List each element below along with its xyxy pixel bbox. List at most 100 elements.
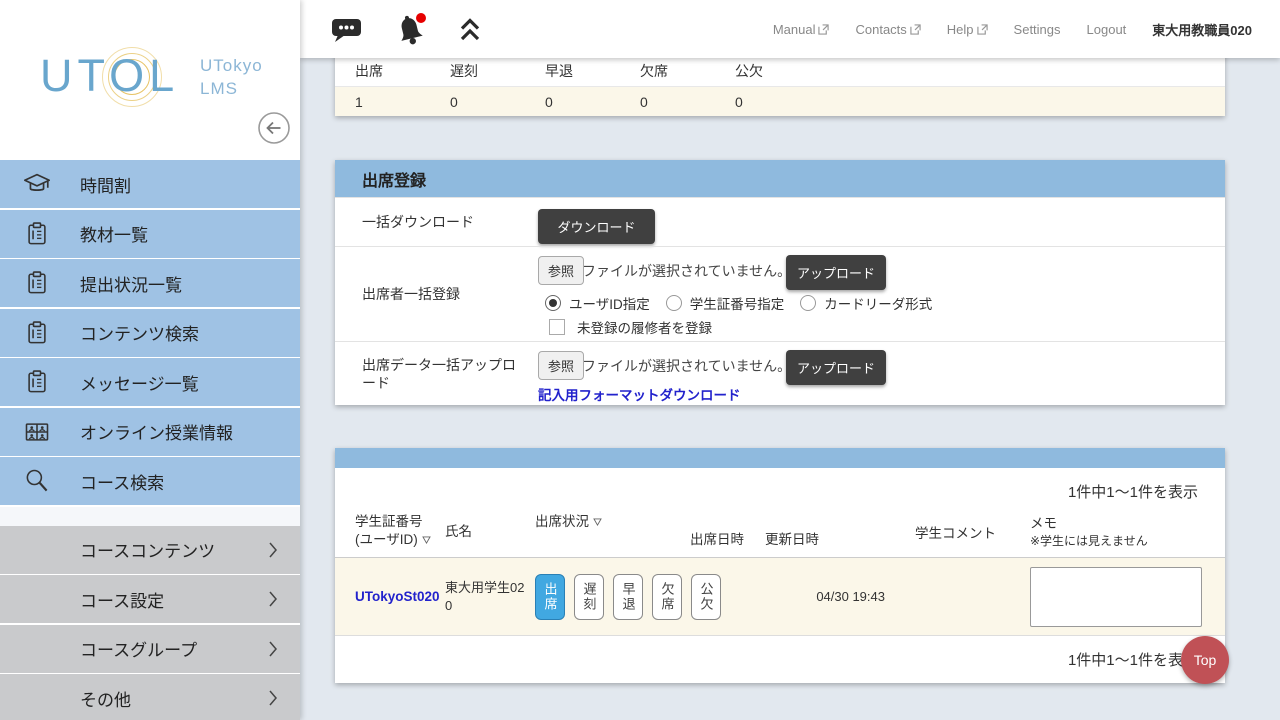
chevron-right-icon <box>268 541 278 559</box>
radio-card-reader[interactable] <box>800 295 816 311</box>
contacts-link-label: Contacts <box>855 22 906 37</box>
sidebar-collapse-button[interactable] <box>257 111 291 145</box>
status-button-present[interactable]: 出席 <box>535 574 565 620</box>
radio-user-id[interactable] <box>545 295 561 311</box>
sidebar-item-materials[interactable]: 教材一覧 <box>0 210 300 258</box>
col-header-late: 遅刻 <box>450 61 545 81</box>
status-button-early-leave[interactable]: 早退 <box>613 574 643 620</box>
sidebar: UTOL UTokyo LMS 時間割 教材一覧 <box>0 0 300 720</box>
clipboard-icon <box>18 269 56 297</box>
double-chevron-up-icon[interactable] <box>458 16 482 43</box>
result-count-text: 1件中1〜1件を表示 <box>335 468 1225 505</box>
sidebar-item-content-search[interactable]: コンテンツ検索 <box>0 309 300 357</box>
chat-icon[interactable] <box>330 14 364 44</box>
sidebar-item-course-contents[interactable]: コースコンテンツ <box>0 526 300 574</box>
sidebar-item-online-class-info[interactable]: オンライン授業情報 <box>0 408 300 456</box>
no-file-text: ファイルが選択されていません。 <box>582 261 791 281</box>
download-button[interactable]: ダウンロード <box>538 209 655 244</box>
help-link-label: Help <box>947 22 974 37</box>
browse-button[interactable]: 参照 <box>538 351 584 380</box>
status-button-late[interactable]: 遅刻 <box>574 574 604 620</box>
register-unenrolled-label[interactable]: 未登録の履修者を登録 <box>577 317 712 337</box>
sidebar-item-label: 時間割 <box>80 172 131 197</box>
radio-user-id-label[interactable]: ユーザID指定 <box>569 293 650 313</box>
sidebar-item-label: メッセージ一覧 <box>80 370 199 395</box>
bulk-register-row: 出席者一括登録 参照 ファイルが選択されていません。 アップロード ユーザID指… <box>335 246 1225 341</box>
sidebar-item-course-settings[interactable]: コース設定 <box>0 575 300 623</box>
sort-icon[interactable] <box>593 518 602 526</box>
late-count: 0 <box>450 94 545 110</box>
excused-count: 0 <box>735 94 830 110</box>
upload-button[interactable]: アップロード <box>786 255 886 290</box>
table-header-row: 学生証番号 (ユーザID) 氏名 出席状況 出席日時 更新日時 学生コメント メ… <box>335 505 1225 558</box>
sidebar-item-timetable[interactable]: 時間割 <box>0 160 300 208</box>
col-header-present: 出席 <box>355 61 450 81</box>
settings-link[interactable]: Settings <box>1014 22 1061 37</box>
contacts-link[interactable]: Contacts <box>855 22 920 37</box>
browse-button[interactable]: 参照 <box>538 256 584 285</box>
scroll-to-top-button[interactable]: Top <box>1181 636 1229 684</box>
col-header-name: 氏名 <box>445 523 535 557</box>
summary-header-row: 出席 遅刻 早退 欠席 公欠 <box>335 56 1225 86</box>
manual-link[interactable]: Manual <box>773 22 830 37</box>
sidebar-item-course-group[interactable]: コースグループ <box>0 625 300 673</box>
clipboard-icon <box>18 319 56 347</box>
sidebar-item-label: コースグループ <box>80 636 197 661</box>
memo-input[interactable] <box>1030 567 1202 627</box>
notification-bell-icon[interactable] <box>392 12 430 46</box>
external-link-icon <box>818 24 829 35</box>
summary-values-row: 1 0 0 0 0 <box>335 86 1225 116</box>
col-header-absent: 欠席 <box>640 61 735 81</box>
updated-at-value: 04/30 19:43 <box>765 558 885 635</box>
early-leave-count: 0 <box>545 94 640 110</box>
clipboard-icon <box>18 220 56 248</box>
sidebar-item-label: 教材一覧 <box>80 221 148 246</box>
radio-card-reader-label[interactable]: カードリーダ形式 <box>824 293 932 313</box>
section-title: 出席登録 <box>335 160 1225 197</box>
no-file-text: ファイルが選択されていません。 <box>582 356 791 376</box>
chevron-right-icon <box>268 590 278 608</box>
register-unenrolled-checkbox[interactable] <box>549 319 565 335</box>
col-header-attended-at: 出席日時 <box>690 531 765 557</box>
attendance-registration-panel: 出席登録 一括ダウンロード ダウンロード 出席者一括登録 参照 ファイルが選択さ… <box>335 160 1225 405</box>
manual-link-label: Manual <box>773 22 816 37</box>
sidebar-item-others[interactable]: その他 <box>0 674 300 720</box>
upload-button[interactable]: アップロード <box>786 350 886 385</box>
col-header-student-id[interactable]: 学生証番号 (ユーザID) <box>355 513 445 557</box>
sidebar-item-course-search[interactable]: コース検索 <box>0 457 300 505</box>
format-download-link[interactable]: 記入用フォーマットダウンロード <box>538 384 741 404</box>
external-link-icon <box>910 24 921 35</box>
student-id-link[interactable]: UTokyoSt020 <box>355 589 440 604</box>
col-header-excused: 公欠 <box>735 61 830 81</box>
radio-student-card-number-label[interactable]: 学生証番号指定 <box>690 293 785 313</box>
table-header-bar <box>335 448 1225 468</box>
col-header-comment: 学生コメント <box>885 525 1030 557</box>
utol-logo[interactable]: UTOL UTokyo LMS <box>0 0 300 160</box>
sidebar-divider <box>0 507 300 526</box>
col-header-early-leave: 早退 <box>545 61 640 81</box>
student-comment-value <box>885 558 1030 635</box>
chevron-right-icon <box>268 689 278 707</box>
clipboard-icon <box>18 368 56 396</box>
sidebar-item-label: コースコンテンツ <box>80 537 215 562</box>
logout-link[interactable]: Logout <box>1087 22 1127 37</box>
help-link[interactable]: Help <box>947 22 988 37</box>
sort-icon[interactable] <box>422 536 431 544</box>
sidebar-item-messages[interactable]: メッセージ一覧 <box>0 358 300 406</box>
sidebar-item-label: 提出状況一覧 <box>80 271 182 296</box>
arrow-left-circle-icon <box>257 111 291 145</box>
sidebar-item-label: その他 <box>80 686 131 711</box>
topbar: Manual Contacts Help Settings Logout 東大用… <box>300 0 1280 58</box>
sidebar-nav: 時間割 教材一覧 提出状況一覧 コンテンツ検索 メッセージ一覧 <box>0 160 300 720</box>
logo-subtitle: UTokyo LMS <box>200 55 263 101</box>
absent-count: 0 <box>640 94 735 110</box>
sidebar-item-submission-status[interactable]: 提出状況一覧 <box>0 259 300 307</box>
sidebar-item-label: オンライン授業情報 <box>80 419 233 444</box>
search-icon <box>18 467 56 495</box>
bulk-register-label: 出席者一括登録 <box>362 285 527 303</box>
col-header-status[interactable]: 出席状況 <box>535 513 690 557</box>
present-count: 1 <box>355 94 450 110</box>
radio-student-card-number[interactable] <box>666 295 682 311</box>
status-button-absent[interactable]: 欠席 <box>652 574 682 620</box>
chevron-right-icon <box>268 640 278 658</box>
